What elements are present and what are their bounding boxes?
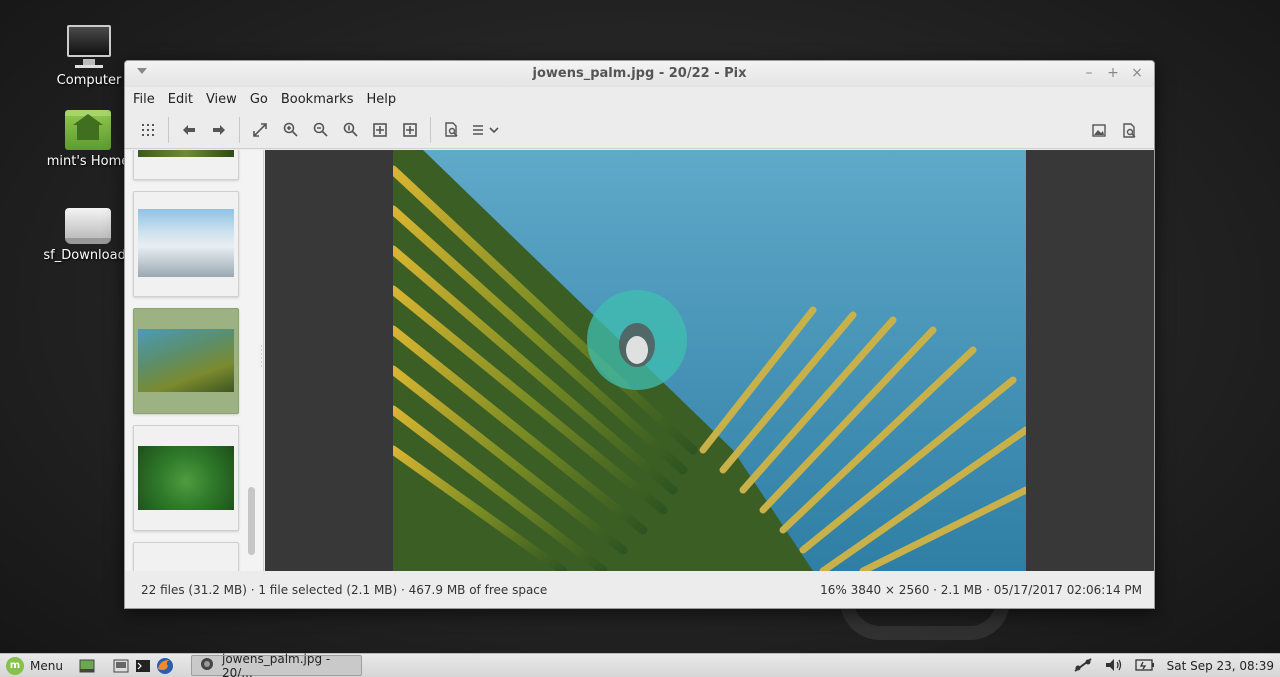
- window-title: jowens_palm.jpg - 20/22 - Pix: [532, 66, 747, 81]
- palm-photo: [393, 150, 1026, 571]
- toolbar-separator: [239, 116, 240, 143]
- thumbnail-scrollbar[interactable]: [246, 150, 257, 571]
- toolbar: [125, 111, 1154, 149]
- file-icon[interactable]: [1114, 116, 1144, 144]
- clock[interactable]: Sat Sep 23, 08:39: [1167, 659, 1274, 673]
- desktop-icon-label: sf_Downloads: [43, 248, 133, 263]
- taskbar-window-label: jowens_palm.jpg - 20/...: [222, 651, 331, 677]
- fullscreen-icon[interactable]: [245, 116, 275, 144]
- firefox-icon[interactable]: [155, 657, 175, 675]
- thumbnail[interactable]: [133, 542, 239, 571]
- start-menu-button[interactable]: m Menu: [0, 656, 63, 675]
- menu-icon[interactable]: [466, 116, 506, 144]
- battery-icon[interactable]: [1134, 658, 1155, 674]
- menu-edit[interactable]: Edit: [168, 92, 202, 107]
- thumbnail[interactable]: [133, 150, 239, 180]
- network-icon[interactable]: [1073, 657, 1093, 676]
- properties-icon[interactable]: [436, 116, 466, 144]
- zoom-100-icon[interactable]: [335, 116, 365, 144]
- volume-icon[interactable]: [1105, 658, 1123, 675]
- title-bar[interactable]: jowens_palm.jpg - 20/22 - Pix – + ×: [125, 61, 1154, 87]
- menu-bookmarks[interactable]: Bookmarks: [281, 92, 363, 107]
- computer-icon: [65, 25, 113, 69]
- minimize-button[interactable]: –: [1080, 64, 1098, 82]
- back-icon[interactable]: [174, 116, 204, 144]
- zoom-in-icon[interactable]: [275, 116, 305, 144]
- zoom-fit-width-icon[interactable]: [395, 116, 425, 144]
- forward-icon[interactable]: [204, 116, 234, 144]
- status-bar: 22 files (31.2 MB) · 1 file selected (2.…: [125, 571, 1154, 608]
- menu-bar: File Edit View Go Bookmarks Help: [125, 87, 1154, 111]
- grid-icon[interactable]: [133, 116, 163, 144]
- terminal-icon[interactable]: [133, 657, 153, 675]
- menu-view[interactable]: View: [206, 92, 246, 107]
- image-viewer[interactable]: [265, 150, 1154, 571]
- pix-window: jowens_palm.jpg - 20/22 - Pix – + × File…: [124, 60, 1155, 609]
- mint-logo-icon: m: [6, 656, 24, 675]
- taskbar: m Menu jowens_palm.jpg - 20/... Sat Sep …: [0, 651, 1280, 677]
- pix-app-icon: [200, 657, 214, 674]
- status-right: 16% 3840 × 2560 · 2.1 MB · 05/17/2017 02…: [820, 583, 1142, 597]
- thumbnail[interactable]: [133, 191, 239, 297]
- toolbar-separator: [430, 116, 431, 143]
- thumbnail[interactable]: [133, 425, 239, 531]
- zoom-fit-icon[interactable]: [365, 116, 395, 144]
- zoom-out-icon[interactable]: [305, 116, 335, 144]
- menu-file[interactable]: File: [133, 92, 164, 107]
- pane-resize-handle[interactable]: · · · · · ·: [260, 343, 263, 371]
- scrollbar-thumb[interactable]: [248, 487, 255, 555]
- show-desktop-icon[interactable]: [77, 657, 97, 675]
- toolbar-separator: [168, 116, 169, 143]
- taskbar-window-button[interactable]: jowens_palm.jpg - 20/...: [191, 651, 362, 677]
- thumbnail-pane[interactable]: · · · · · ·: [125, 150, 264, 571]
- image-icon[interactable]: [1084, 116, 1114, 144]
- menu-label: Menu: [30, 658, 63, 673]
- drive-icon: [65, 208, 111, 244]
- file-manager-icon[interactable]: [111, 657, 131, 675]
- menu-help[interactable]: Help: [366, 92, 405, 107]
- desktop-icon-home[interactable]: mint's Home: [38, 110, 138, 169]
- status-left: 22 files (31.2 MB) · 1 file selected (2.…: [141, 583, 548, 597]
- maximize-button[interactable]: +: [1104, 64, 1122, 82]
- home-folder-icon: [65, 110, 111, 150]
- menu-go[interactable]: Go: [250, 92, 277, 107]
- thumbnail-selected[interactable]: [133, 308, 239, 414]
- close-button[interactable]: ×: [1128, 64, 1146, 82]
- desktop-icon-label: mint's Home: [46, 154, 130, 169]
- desktop-icon-downloads[interactable]: sf_Downloads: [38, 208, 138, 263]
